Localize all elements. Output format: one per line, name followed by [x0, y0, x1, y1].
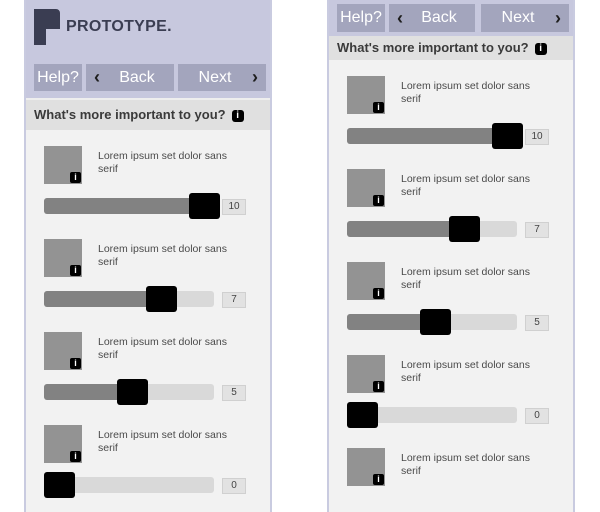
- info-icon[interactable]: i: [70, 451, 81, 462]
- slider-value: 5: [222, 385, 246, 401]
- question-header: What's more important to you? i: [329, 36, 573, 60]
- slider-fill: [44, 291, 162, 307]
- item-image: i: [347, 355, 385, 393]
- item-image: i: [44, 332, 82, 370]
- info-icon[interactable]: i: [70, 358, 81, 369]
- next-label: Next: [501, 9, 535, 26]
- list-item: i Lorem ipsum set dolor sans serif 7: [329, 153, 573, 246]
- question-text: What's more important to you?: [34, 107, 226, 122]
- slider-value: 10: [222, 199, 246, 215]
- info-icon[interactable]: i: [373, 381, 384, 392]
- info-icon[interactable]: i: [231, 110, 244, 122]
- back-button[interactable]: ‹ Back: [86, 64, 174, 91]
- slider-fill: [347, 221, 465, 237]
- back-label: Back: [421, 9, 457, 26]
- help-label: Help?: [340, 9, 382, 26]
- item-image: i: [347, 448, 385, 486]
- item-description: Lorem ipsum set dolor sans serif: [98, 429, 227, 454]
- slider-value: 7: [525, 222, 549, 238]
- priority-slider[interactable]: [44, 472, 214, 498]
- priority-slider[interactable]: [347, 216, 517, 242]
- priority-slider[interactable]: [347, 402, 517, 428]
- priority-slider[interactable]: [44, 193, 220, 219]
- priority-slider[interactable]: [44, 286, 214, 312]
- item-description: Lorem ipsum set dolor sans serif: [98, 243, 227, 268]
- slider-fill: [44, 198, 205, 214]
- slider-fill: [347, 128, 508, 144]
- list-item: i Lorem ipsum set dolor sans serif 7: [26, 223, 270, 316]
- next-button[interactable]: Next ›: [481, 4, 569, 32]
- list-item: i Lorem ipsum set dolor sans serif 10: [26, 130, 270, 223]
- screen-right: Help? ‹ Back Next › What's more important …: [327, 0, 575, 512]
- priority-list: i Lorem ipsum set dolor sans serif 10 i …: [26, 130, 270, 512]
- logo-icon: [34, 9, 60, 45]
- question-text: What's more important to you?: [337, 40, 529, 55]
- next-button[interactable]: Next ›: [178, 64, 266, 91]
- info-icon[interactable]: i: [70, 172, 81, 183]
- item-description: Lorem ipsum set dolor sans serif: [98, 336, 227, 361]
- slider-handle[interactable]: [189, 193, 220, 219]
- question-header: What's more important to you? i: [26, 100, 270, 130]
- item-description: Lorem ipsum set dolor sans serif: [401, 266, 530, 291]
- logo-bar: PROTOTYPE.: [26, 0, 270, 56]
- item-description: Lorem ipsum set dolor sans serif: [401, 173, 530, 198]
- slider-handle[interactable]: [44, 472, 75, 498]
- slider-value: 0: [222, 478, 246, 494]
- slider-value: 10: [525, 129, 549, 145]
- back-label: Back: [119, 69, 155, 86]
- item-image: i: [44, 425, 82, 463]
- info-icon[interactable]: i: [373, 474, 384, 485]
- nav-bar: Help? ‹ Back Next ›: [26, 56, 270, 98]
- info-icon[interactable]: i: [373, 102, 384, 113]
- list-item: i Lorem ipsum set dolor sans serif: [329, 432, 573, 512]
- slider-handle[interactable]: [117, 379, 148, 405]
- info-icon[interactable]: i: [373, 288, 384, 299]
- list-item: i Lorem ipsum set dolor sans serif 0: [26, 409, 270, 502]
- item-image: i: [44, 146, 82, 184]
- slider-handle[interactable]: [146, 286, 177, 312]
- chevron-right-icon: ›: [252, 67, 258, 87]
- slider-handle[interactable]: [347, 402, 378, 428]
- back-button[interactable]: ‹ Back: [389, 4, 475, 32]
- priority-slider[interactable]: [347, 123, 523, 149]
- info-icon[interactable]: i: [373, 195, 384, 206]
- slider-value: 0: [525, 408, 549, 424]
- item-image: i: [44, 239, 82, 277]
- help-button[interactable]: Help?: [34, 64, 82, 91]
- help-label: Help?: [37, 69, 79, 86]
- info-icon[interactable]: i: [534, 43, 547, 55]
- item-description: Lorem ipsum set dolor sans serif: [401, 452, 530, 477]
- list-item: i Lorem ipsum set dolor sans serif 0: [329, 339, 573, 432]
- priority-slider[interactable]: [347, 309, 517, 335]
- list-item: i Lorem ipsum set dolor sans serif 5: [329, 246, 573, 339]
- screen-left: PROTOTYPE. Help? ‹ Back Next › What's more…: [24, 0, 272, 512]
- item-image: i: [347, 76, 385, 114]
- list-item: i Lorem ipsum set dolor sans serif 5: [26, 316, 270, 409]
- nav-bar: Help? ‹ Back Next ›: [329, 0, 573, 36]
- slider-value: 5: [525, 315, 549, 331]
- chevron-right-icon: ›: [555, 8, 561, 28]
- chevron-left-icon: ‹: [94, 67, 100, 87]
- slider-value: 7: [222, 292, 246, 308]
- item-image: i: [347, 169, 385, 207]
- slider-handle[interactable]: [420, 309, 451, 335]
- list-item: i Lorem ipsum set dolor sans serif 10: [329, 60, 573, 153]
- priority-slider[interactable]: [44, 379, 214, 405]
- item-description: Lorem ipsum set dolor sans serif: [401, 80, 530, 105]
- slider-handle[interactable]: [449, 216, 480, 242]
- item-image: i: [347, 262, 385, 300]
- slider-handle[interactable]: [492, 123, 523, 149]
- next-label: Next: [198, 69, 232, 86]
- item-description: Lorem ipsum set dolor sans serif: [401, 359, 530, 384]
- info-icon[interactable]: i: [70, 265, 81, 276]
- item-description: Lorem ipsum set dolor sans serif: [98, 150, 227, 175]
- chevron-left-icon: ‹: [397, 8, 403, 28]
- help-button[interactable]: Help?: [337, 4, 385, 32]
- priority-list: i Lorem ipsum set dolor sans serif 10 i …: [329, 60, 573, 512]
- brand-name: PROTOTYPE.: [66, 18, 172, 35]
